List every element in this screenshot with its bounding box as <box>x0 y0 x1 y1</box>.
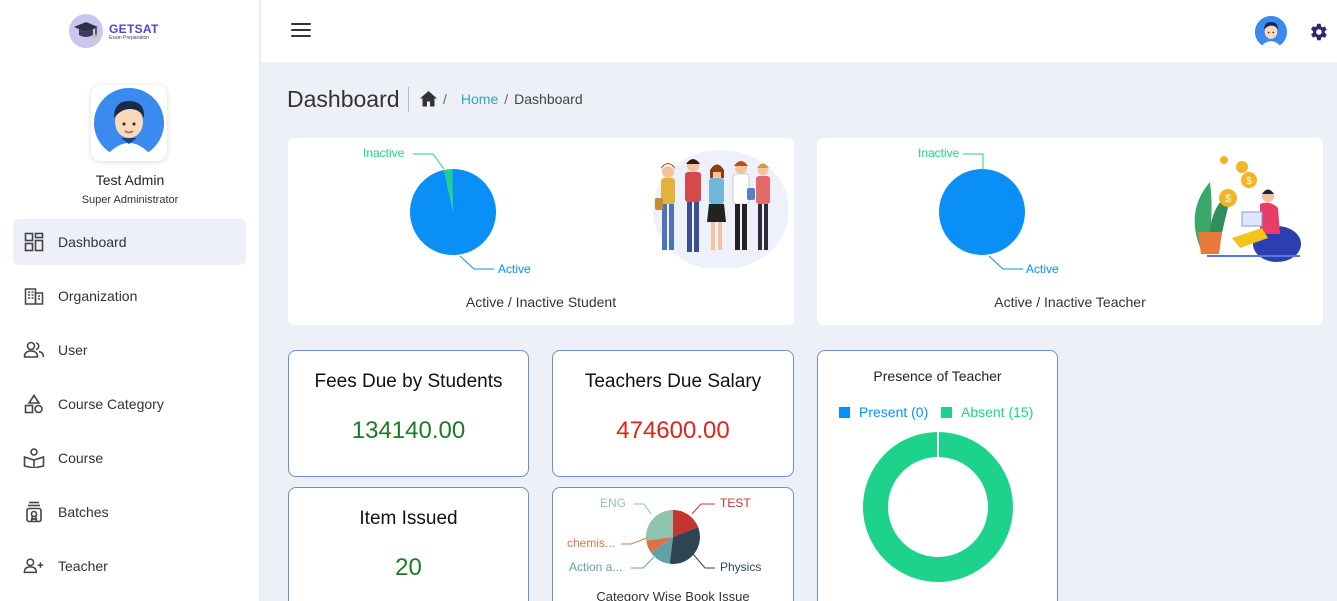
action-label: Action a... <box>569 560 623 574</box>
eng-label: ENG <box>600 496 627 510</box>
brand-name: GETSAT <box>109 21 159 36</box>
sidebar-item-label: Organization <box>58 288 138 304</box>
book-issue-card: ENG TEST chemis... Physics Action a... C… <box>552 487 794 601</box>
active-label: Active <box>1026 262 1059 276</box>
sidebar-item-organization[interactable]: Organization <box>13 273 246 319</box>
book-reader-icon <box>23 447 45 469</box>
students-pie <box>410 169 496 255</box>
teachers-status-card: Inactive Active $ $ Active / Inactive Te… <box>817 138 1323 325</box>
brand-logo[interactable]: GETSAT Exam Preparation <box>69 14 159 48</box>
test-leader-line <box>691 503 715 515</box>
eng-leader-line <box>634 503 652 515</box>
sidebar-item-label: Course <box>58 450 104 466</box>
sidebar-item-batches[interactable]: Batches <box>13 489 246 535</box>
sidebar-item-user[interactable]: User <box>13 327 246 373</box>
inactive-label: Inactive <box>363 146 405 160</box>
top-bar <box>261 0 1337 62</box>
pie-slice-active[interactable] <box>410 169 496 255</box>
item-issued-title: Item Issued <box>359 508 458 529</box>
students-illustration <box>643 150 789 270</box>
profile-avatar[interactable] <box>91 85 167 161</box>
teacher-illustration: $ $ <box>1182 152 1302 264</box>
fees-due-title: Fees Due by Students <box>314 371 503 392</box>
menu-toggle-icon[interactable] <box>291 23 311 39</box>
building-icon <box>23 285 45 307</box>
svg-text:$: $ <box>1246 176 1252 187</box>
donut-slice-absent[interactable] <box>863 432 1013 582</box>
sidebar-item-dashboard[interactable]: Dashboard <box>13 219 246 265</box>
sidebar: GETSAT Exam Preparation Test Admin Super… <box>0 0 260 601</box>
breadcrumb-separator: / <box>504 90 509 107</box>
book-pie <box>646 510 700 564</box>
inactive-leader-line <box>963 153 984 169</box>
profile-name: Test Admin <box>95 172 165 188</box>
students-status-card: Inactive Active Active / Inactive Studen… <box>288 138 794 325</box>
teachers-card-caption: Active / Inactive Teacher <box>994 294 1146 310</box>
inactive-label: Inactive <box>918 146 960 160</box>
active-leader-line <box>988 255 1023 270</box>
batch-icon <box>23 501 45 523</box>
sidebar-item-label: User <box>58 342 88 358</box>
presence-donut <box>863 431 1013 582</box>
sidebar-item-label: Course Category <box>58 396 164 412</box>
sidebar-item-teacher[interactable]: Teacher <box>13 543 246 589</box>
users-icon <box>23 339 45 361</box>
home-icon[interactable] <box>419 90 438 107</box>
test-label: TEST <box>720 496 751 510</box>
students-card-caption: Active / Inactive Student <box>465 294 617 310</box>
dashboard-icon <box>23 231 45 253</box>
pie-slice-active[interactable] <box>939 169 1025 255</box>
title-divider <box>408 87 409 112</box>
item-issued-card: Item Issued 20 <box>288 487 529 601</box>
user-avatar[interactable] <box>1255 16 1287 48</box>
chemis-label: chemis... <box>567 536 616 550</box>
inactive-leader-line <box>413 153 445 170</box>
sidebar-item-label: Batches <box>58 504 109 520</box>
sidebar-item-label: Dashboard <box>58 234 127 250</box>
breadcrumb-current: Dashboard <box>514 90 583 107</box>
gear-icon[interactable] <box>1307 21 1329 43</box>
item-issued-value: 20 <box>395 554 422 581</box>
teachers-pie <box>939 169 1025 255</box>
presence-card: Presence of Teacher Present (0) Absent (… <box>817 350 1058 601</box>
book-issue-caption: Category Wise Book Issue <box>596 589 750 601</box>
physics-leader-line <box>692 553 715 569</box>
fees-due-value: 134140.00 <box>351 417 466 444</box>
sidebar-item-label: Teacher <box>58 558 108 574</box>
teachers-salary-value: 474600.00 <box>616 417 730 444</box>
teachers-salary-card: Teachers Due Salary 474600.00 <box>552 350 794 477</box>
profile-role: Super Administrator <box>81 194 179 206</box>
graduation-cap-icon <box>69 14 103 48</box>
active-leader-line <box>459 255 494 270</box>
active-label: Active <box>498 262 531 276</box>
chemis-leader-line <box>621 537 648 545</box>
svg-text:$: $ <box>1225 193 1231 205</box>
teachers-salary-title: Teachers Due Salary <box>584 371 762 392</box>
sidebar-item-course[interactable]: Course <box>13 435 246 481</box>
shapes-icon <box>23 393 45 415</box>
pie-slice-eng[interactable] <box>646 510 673 541</box>
action-leader-line <box>631 556 655 569</box>
sidebar-nav: Dashboard Organization User Course Categ… <box>13 219 246 597</box>
presence-donut-chart <box>863 431 1013 582</box>
breadcrumb: / Home / Dashboard <box>419 90 583 107</box>
breadcrumb-separator: / <box>443 90 447 107</box>
breadcrumb-home-link[interactable]: Home <box>461 91 498 107</box>
fees-due-card: Fees Due by Students 134140.00 <box>288 350 529 477</box>
add-user-icon <box>23 555 45 577</box>
sidebar-item-course-category[interactable]: Course Category <box>13 381 246 427</box>
page-title: Dashboard <box>287 86 400 112</box>
physics-label: Physics <box>720 560 762 574</box>
